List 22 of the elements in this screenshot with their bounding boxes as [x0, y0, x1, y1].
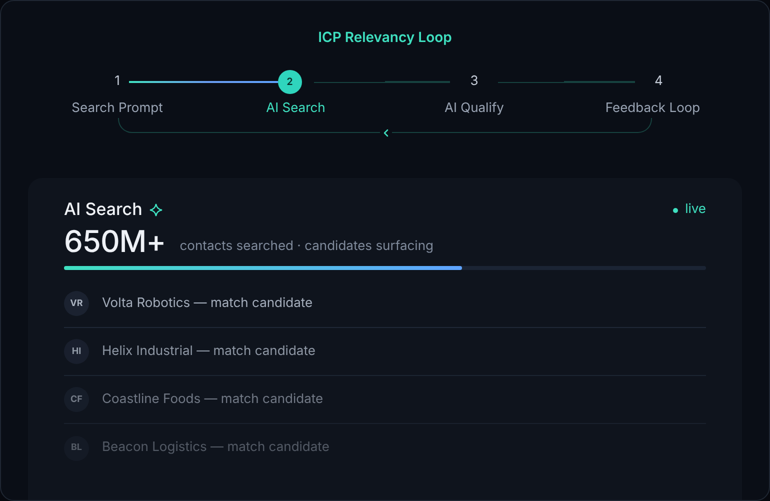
diagram-title: ICP Relevancy Loop [318, 28, 452, 48]
initials-avatar: BL [64, 436, 89, 460]
initials-avatar: VR [64, 291, 89, 316]
candidate-name: Helix Industrial — match candidate [102, 342, 316, 361]
step-number[interactable]: 3 [462, 70, 486, 94]
step-label: Feedback Loop [605, 99, 700, 117]
sparkle-icon [149, 203, 164, 217]
candidate-name: Beacon Logistics — match candidate [102, 438, 330, 458]
candidate-name: Coastline Foods — match candidate [102, 390, 324, 409]
step-label: AI Qualify [444, 99, 504, 117]
step-number[interactable]: 2 [278, 70, 302, 94]
candidate-name: Volta Robotics — match candidate [102, 294, 313, 313]
metric-value: 650M+ [64, 224, 166, 260]
panel-title: AI Search [64, 199, 142, 222]
initials-avatar: HI [64, 339, 89, 364]
metric-caption: contacts searched · candidates surfacing [180, 237, 434, 255]
status-label: live [685, 200, 706, 220]
initials-avatar: CF [64, 387, 89, 412]
step-label: Search Prompt [72, 99, 163, 117]
step-number[interactable]: 1 [105, 70, 130, 94]
step-number[interactable]: 4 [646, 70, 671, 94]
step-label: AI Search [266, 99, 326, 117]
